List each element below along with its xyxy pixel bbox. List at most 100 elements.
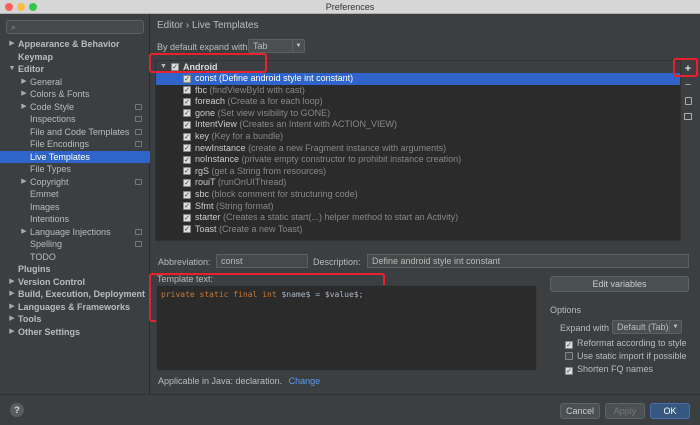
sidebar-item[interactable]: ▶ Other Settings <box>0 326 150 339</box>
template-description: (Creates a static start(...) helper meth… <box>223 212 459 223</box>
template-checkbox[interactable]: ✓ <box>183 167 191 176</box>
ok-button[interactable]: OK <box>650 403 690 419</box>
template-abbreviation: const <box>195 73 217 83</box>
expand-with-options-select[interactable]: Default (Tab) ▼ <box>612 320 682 334</box>
option-checkbox[interactable] <box>565 352 573 360</box>
template-row[interactable]: ✓ sbc (block comment for structuring code… <box>156 189 680 201</box>
description-field[interactable]: Define android style int constant <box>367 254 689 268</box>
sidebar-item[interactable]: Spelling <box>0 238 150 251</box>
template-abbreviation: rouiT <box>195 177 216 188</box>
sidebar-item[interactable]: ▶ Colors & Fonts <box>0 88 150 101</box>
edit-variables-button[interactable]: Edit variables <box>550 276 689 292</box>
collapse-arrow-icon[interactable]: ▶ <box>20 226 28 239</box>
template-checkbox[interactable]: ✓ <box>183 225 191 234</box>
sidebar-item[interactable]: ▶ Language Injections <box>0 226 150 239</box>
sidebar-item-label: Version Control <box>18 276 86 287</box>
sidebar-item[interactable]: Emmet <box>0 188 150 201</box>
option-row[interactable]: ✓ Reformat according to style <box>565 337 687 349</box>
template-row[interactable]: ✓ gone (Set view visibility to GONE) <box>156 108 680 120</box>
sidebar-item[interactable]: File Encodings <box>0 138 150 151</box>
sidebar-item[interactable]: ▶ Copyright <box>0 176 150 189</box>
template-row[interactable]: ✓ fbc (findViewById with cast) <box>156 85 680 97</box>
sidebar-item-label: Tools <box>18 314 42 324</box>
sidebar-item[interactable]: ▶ Appearance & Behavior <box>0 38 150 51</box>
sidebar-item-label: Appearance & Behavior <box>18 39 120 49</box>
template-row[interactable]: ✓ const (Define android style int constan… <box>156 73 680 85</box>
option-checkbox[interactable]: ✓ <box>565 341 573 349</box>
collapse-arrow-icon[interactable]: ▶ <box>8 288 16 301</box>
sidebar-item[interactable]: ▼ Editor <box>0 63 150 76</box>
template-checkbox[interactable]: ✓ <box>183 109 191 118</box>
template-row[interactable]: ✓ foreach (Create a for each loop) <box>156 96 680 108</box>
window-title: Preferences <box>325 2 375 12</box>
template-checkbox[interactable]: ✓ <box>183 178 191 187</box>
template-checkbox[interactable]: ✓ <box>183 120 191 129</box>
sidebar-item[interactable]: Keymap <box>0 51 150 64</box>
template-checkbox[interactable]: ✓ <box>183 144 191 153</box>
collapse-arrow-icon[interactable]: ▶ <box>20 76 28 89</box>
apply-button[interactable]: Apply <box>605 403 645 419</box>
template-row[interactable]: ✓ starter (Creates a static start(...) he… <box>156 212 680 224</box>
sidebar-item[interactable]: ▶ General <box>0 76 150 89</box>
cancel-button[interactable]: Cancel <box>560 403 600 419</box>
template-abbreviation: gone <box>195 107 216 118</box>
collapse-arrow-icon[interactable]: ▶ <box>8 301 16 314</box>
sidebar-item[interactable]: ▶ Languages & Frameworks <box>0 301 150 314</box>
remove-template-button[interactable]: − <box>681 79 695 91</box>
sidebar-item[interactable]: Intentions <box>0 213 150 226</box>
template-checkbox[interactable]: ✓ <box>183 86 191 95</box>
collapse-arrow-icon[interactable]: ▶ <box>20 101 28 114</box>
restore-icon[interactable] <box>681 111 695 123</box>
settings-search-input[interactable]: ⌕ <box>6 20 144 34</box>
sidebar-item[interactable]: TODO <box>0 251 150 264</box>
template-row[interactable]: ✓ Toast (Create a new Toast) <box>156 224 680 236</box>
template-row[interactable]: ✓ Sfmt (String format) <box>156 201 680 213</box>
template-checkbox[interactable]: ✓ <box>183 190 191 199</box>
option-row[interactable]: Use static import if possible <box>565 350 687 362</box>
search-icon: ⌕ <box>11 22 17 32</box>
expand-arrow-icon[interactable]: ▼ <box>8 63 16 76</box>
collapse-arrow-icon[interactable]: ▶ <box>8 326 16 339</box>
code-keyword: int <box>262 290 277 299</box>
sidebar-item[interactable]: Plugins <box>0 263 150 276</box>
sidebar-item[interactable]: Images <box>0 201 150 214</box>
template-checkbox[interactable]: ✓ <box>183 132 191 141</box>
sidebar-item[interactable]: File Types <box>0 163 150 176</box>
help-button[interactable]: ? <box>10 403 24 417</box>
expand-with-select[interactable]: Tab ▼ <box>248 39 305 53</box>
template-checkbox[interactable]: ✓ <box>183 202 191 211</box>
options-label: Options <box>550 305 582 315</box>
template-row[interactable]: ✓ rgS (get a String from resources) <box>156 166 680 178</box>
collapse-arrow-icon[interactable]: ▶ <box>20 176 28 189</box>
sidebar-item[interactable]: Live Templates <box>0 150 150 163</box>
abbreviation-field[interactable]: const <box>216 254 308 268</box>
option-row[interactable]: ✓ Shorten FQ names <box>565 363 653 375</box>
sidebar-item[interactable]: ▶ Tools <box>0 313 150 326</box>
template-row[interactable]: ✓ newInstance (create a new Fragment inst… <box>156 143 680 155</box>
sidebar-item-label: File Types <box>30 164 71 174</box>
dialog-footer: ? Cancel Apply OK <box>0 394 700 425</box>
template-checkbox[interactable]: ✓ <box>183 74 191 83</box>
template-text-editor[interactable]: private static final int $name$ = $value… <box>156 285 537 371</box>
collapse-arrow-icon[interactable]: ▶ <box>8 276 16 289</box>
collapse-arrow-icon[interactable]: ▶ <box>20 88 28 101</box>
collapse-arrow-icon[interactable]: ▶ <box>8 38 16 51</box>
template-checkbox[interactable]: ✓ <box>183 213 191 222</box>
template-checkbox[interactable]: ✓ <box>183 97 191 106</box>
template-row[interactable]: ✓ key (Key for a bundle) <box>156 131 680 143</box>
template-row[interactable]: ✓ noInstance (private empty constructor t… <box>156 154 680 166</box>
option-checkbox[interactable]: ✓ <box>565 367 573 375</box>
sidebar-item[interactable]: ▶ Version Control <box>0 276 150 289</box>
code-variable: $value$ <box>324 290 359 299</box>
sidebar-item[interactable]: Inspections <box>0 113 150 126</box>
change-context-link[interactable]: Change <box>289 376 321 386</box>
template-row[interactable]: ✓ rouiT (runOnUIThread) <box>156 177 680 189</box>
sidebar-item[interactable]: ▶ Build, Execution, Deployment <box>0 288 150 301</box>
code-variable: $name$ <box>281 290 311 299</box>
sidebar-item[interactable]: File and Code Templates <box>0 126 150 139</box>
template-checkbox[interactable]: ✓ <box>183 155 191 164</box>
collapse-arrow-icon[interactable]: ▶ <box>8 313 16 326</box>
sidebar-item[interactable]: ▶ Code Style <box>0 101 150 114</box>
copy-icon[interactable] <box>681 95 695 107</box>
template-row[interactable]: ✓ IntentView (Creates an Intent with ACTI… <box>156 119 680 131</box>
